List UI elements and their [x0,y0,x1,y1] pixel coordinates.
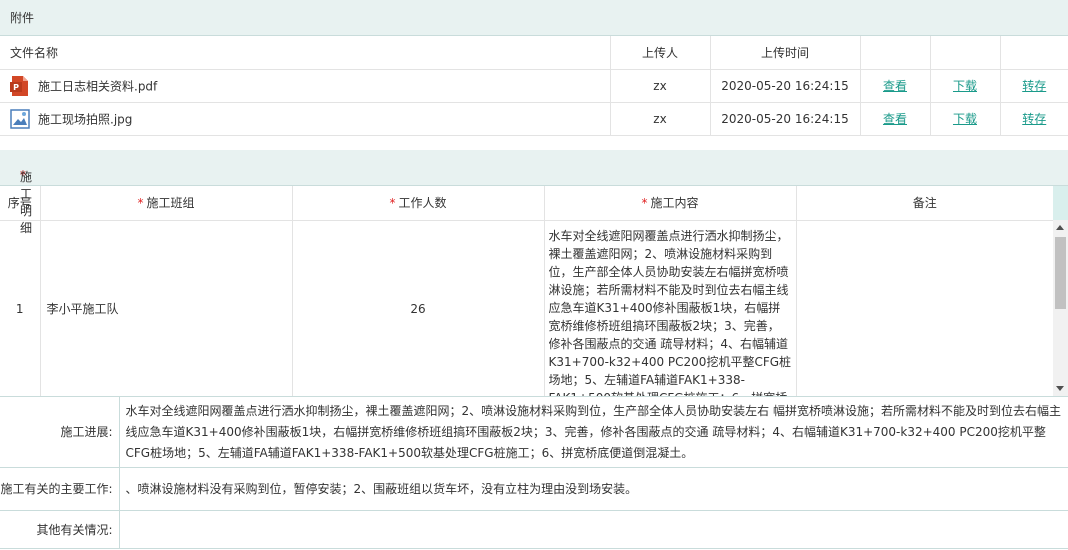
file-name-cell: 施工现场拍照.jpg [0,102,611,136]
row-index: 1 [0,220,41,396]
detail-header-row: 序号 * 施工班组 * 工作人数 * 施工内容 备注 [0,186,1053,221]
attachment-row: P 施工日志相关资料.pdf zx 2020-05-20 16:24:15 查看… [0,69,1068,103]
row-team: 李小平施工队 [40,220,293,396]
col-index: 序号 [0,186,41,221]
col-view [860,36,931,70]
col-remarks: 备注 [796,186,1053,221]
row-content: 水车对全线遮阳网覆盖点进行洒水抑制扬尘，裸土覆盖遮阳网；2、喷淋设施材料采购到位… [548,228,792,397]
attachments-table: 文件名称 上传人 上传时间 P 施工日志相关资料.pdf zx 2020-05-… [0,36,1068,136]
col-upload-time: 上传时间 [710,36,861,70]
file-name: 施工现场拍照.jpg [38,112,133,126]
view-link[interactable]: 查看 [883,79,907,93]
row-workers: 26 [292,220,545,396]
issues-value: 、喷淋设施材料没有采购到位，暂停安装；2、围蔽班组以货车坏，没有立柱为理由没到场… [119,467,1068,511]
col-content: * 施工内容 [544,186,797,221]
upload-time: 2020-05-20 16:24:15 [710,69,861,103]
col-team: * 施工班组 [40,186,293,221]
attachments-section-header: 附件 [0,0,1068,36]
download-link[interactable]: 下载 [953,112,977,126]
upload-time: 2020-05-20 16:24:15 [710,102,861,136]
image-file-icon [10,108,30,130]
progress-value: 水车对全线遮阳网覆盖点进行洒水抑制扬尘，裸土覆盖遮阳网；2、喷淋设施材料采购到位… [119,396,1068,468]
attachment-row: 施工现场拍照.jpg zx 2020-05-20 16:24:15 查看 下载 … [0,102,1068,136]
progress-row: 施工进展: 水车对全线遮阳网覆盖点进行洒水抑制扬尘，裸土覆盖遮阳网；2、喷淋设施… [0,396,1068,468]
issues-label: 施工有关的主要工作: [0,467,120,511]
progress-label: 施工进展: [0,396,120,468]
vertical-scrollbar[interactable] [1053,220,1068,396]
other-label: 其他有关情况: [0,510,120,549]
file-name: 施工日志相关资料.pdf [38,79,158,93]
detail-table: 序号 * 施工班组 * 工作人数 * 施工内容 备注 1 李小平施工队 26 水车对全… [0,186,1053,396]
attachments-header-row: 文件名称 上传人 上传时间 [0,36,1068,70]
row-remarks [796,220,1053,396]
view-link[interactable]: 查看 [883,112,907,126]
pdf-file-icon: P [10,75,30,97]
detail-section-header: * 施工明细 [0,150,1068,235]
other-value [119,510,1068,549]
other-row: 其他有关情况: [0,510,1068,549]
save-link[interactable]: 转存 [1022,79,1046,93]
uploader: zx [610,102,711,136]
col-file-name: 文件名称 [0,36,611,70]
col-save [1000,36,1068,70]
file-name-cell: P 施工日志相关资料.pdf [0,69,611,103]
table-row: 1 李小平施工队 26 水车对全线遮阳网覆盖点进行洒水抑制扬尘，裸土覆盖遮阳网；… [0,220,1053,396]
col-uploader: 上传人 [610,36,711,70]
detail-table-container: 序号 * 施工班组 * 工作人数 * 施工内容 备注 1 李小平施工队 26 水车对全… [0,186,1068,396]
issues-row: 施工有关的主要工作: 、喷淋设施材料没有采购到位，暂停安装；2、围蔽班组以货车坏… [0,467,1068,511]
save-link[interactable]: 转存 [1022,112,1046,126]
scroll-up-icon[interactable] [1056,225,1064,230]
col-workers: * 工作人数 [292,186,545,221]
scrollbar-thumb[interactable] [1055,237,1066,309]
scroll-down-icon[interactable] [1056,386,1064,391]
download-link[interactable]: 下载 [953,79,977,93]
construction-form: 施工进展: 水车对全线遮阳网覆盖点进行洒水抑制扬尘，裸土覆盖遮阳网；2、喷淋设施… [0,396,1068,549]
svg-text:P: P [13,83,19,92]
col-download [930,36,1001,70]
uploader: zx [610,69,711,103]
attachments-title: 附件 [10,11,35,25]
